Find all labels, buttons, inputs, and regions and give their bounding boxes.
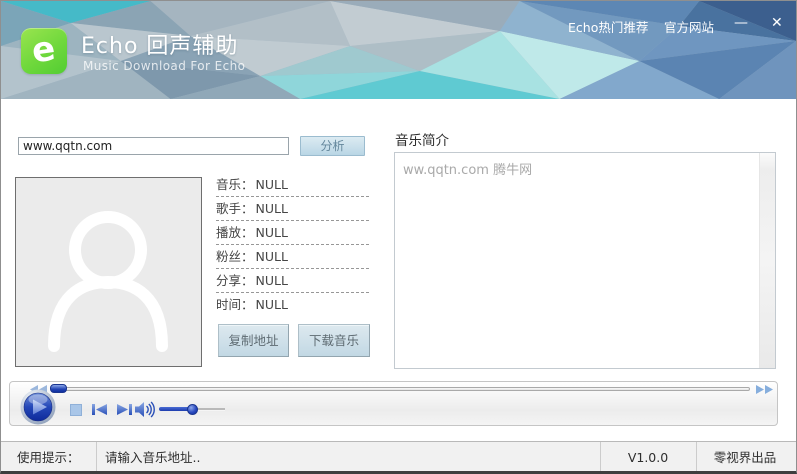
music-url-input[interactable] [18,137,289,155]
info-row-time: 时间：NULL [216,293,369,316]
status-separator [96,442,97,473]
player-bar [9,381,778,426]
close-button[interactable]: ✕ [771,15,783,31]
hint-label: 使用提示： [17,442,80,473]
person-silhouette-icon [16,178,201,366]
nav-link-echo-hot[interactable]: Echo热门推荐 [568,17,648,36]
nav-link-official-site[interactable]: 官方网站 [664,17,714,36]
info-label: 音乐： [216,177,254,192]
download-music-button[interactable]: 下载音乐 [298,324,370,357]
music-intro-text: ww.qqtn.com 腾牛网 [403,159,751,178]
header: e Echo 回声辅助 Music Download For Echo Echo… [1,1,796,99]
minimize-button[interactable]: — [734,15,748,31]
info-label: 歌手： [216,201,254,216]
info-row-artist: 歌手：NULL [216,197,369,221]
app-title: Echo 回声辅助 [81,28,238,60]
info-row-fans: 粉丝：NULL [216,245,369,269]
info-value: NULL [256,177,288,192]
info-value: NULL [256,201,288,216]
stop-button[interactable] [70,404,82,416]
app-window: e Echo 回声辅助 Music Download For Echo Echo… [0,0,797,474]
analyze-button[interactable]: 分析 [300,136,365,156]
next-icon [117,404,132,415]
app-subtitle: Music Download For Echo [83,59,245,73]
info-value: NULL [256,273,288,288]
version-text: V1.0.0 [600,442,696,473]
music-intro-title: 音乐简介 [395,129,449,149]
info-value: NULL [256,225,288,240]
track-info-list: 音乐：NULL 歌手：NULL 播放：NULL 粉丝：NULL 分享：NULL … [216,173,369,316]
seek-track[interactable] [50,387,750,391]
volume-thumb[interactable] [187,404,198,415]
stop-icon [71,405,82,416]
info-value: NULL [256,297,288,312]
next-button[interactable] [117,404,132,415]
previous-button[interactable] [92,404,107,415]
info-label: 分享： [216,273,254,288]
volume-icon[interactable] [135,401,156,418]
info-row-music: 音乐：NULL [216,173,369,197]
publisher-text: 零视界出品 [696,442,794,473]
info-row-shares: 分享：NULL [216,269,369,293]
info-row-plays: 播放：NULL [216,221,369,245]
info-label: 播放： [216,225,254,240]
fast-forward-icon[interactable] [756,385,773,394]
hint-text: 请输入音乐地址.. [105,442,200,473]
previous-icon [92,404,107,415]
app-logo: e [21,28,67,74]
echo-logo-icon: e [30,31,58,68]
cover-placeholder [15,177,202,367]
info-label: 粉丝： [216,249,254,264]
info-label: 时间： [216,297,254,312]
play-button[interactable] [20,389,56,425]
copy-address-button[interactable]: 复制地址 [218,324,289,357]
status-bar: 使用提示： 请输入音乐地址.. V1.0.0 零视界出品 [1,441,796,473]
info-value: NULL [256,249,288,264]
intro-scrollbar[interactable] [759,153,775,368]
volume-slider[interactable] [159,402,225,417]
music-intro-textarea[interactable]: ww.qqtn.com 腾牛网 [394,152,776,369]
